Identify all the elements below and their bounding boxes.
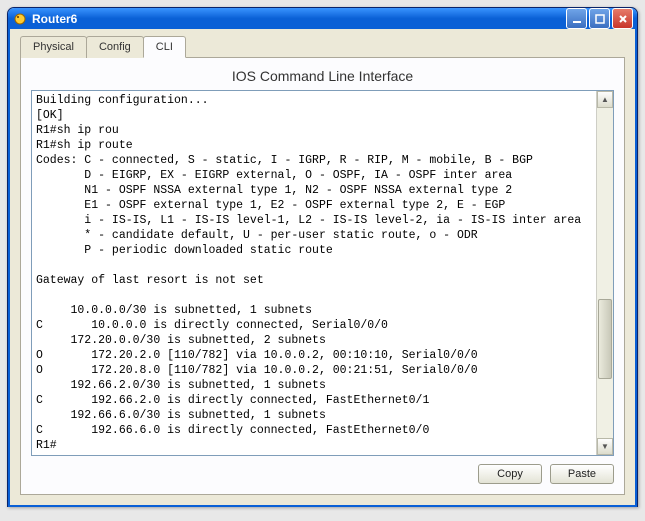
window-controls	[566, 8, 633, 29]
terminal-output[interactable]: Building configuration... [OK] R1#sh ip …	[32, 91, 596, 455]
tab-physical[interactable]: Physical	[20, 36, 87, 58]
button-row: Copy Paste	[31, 464, 614, 484]
scrollbar[interactable]: ▲ ▼	[596, 91, 613, 455]
maximize-button[interactable]	[589, 8, 610, 29]
client-area: Physical Config CLI IOS Command Line Int…	[8, 29, 637, 507]
paste-button[interactable]: Paste	[550, 464, 614, 484]
app-icon	[12, 11, 28, 27]
terminal-container: Building configuration... [OK] R1#sh ip …	[31, 90, 614, 456]
app-window: Router6 Physical Config CLI IOS Command …	[7, 7, 638, 507]
window-title: Router6	[32, 12, 566, 26]
tab-bar: Physical Config CLI	[20, 35, 625, 58]
minimize-button[interactable]	[566, 8, 587, 29]
scroll-track[interactable]	[597, 108, 613, 438]
copy-button[interactable]: Copy	[478, 464, 542, 484]
scroll-thumb[interactable]	[598, 299, 612, 379]
scroll-up-icon[interactable]: ▲	[597, 91, 613, 108]
close-button[interactable]	[612, 8, 633, 29]
tab-cli[interactable]: CLI	[143, 36, 186, 58]
scroll-down-icon[interactable]: ▼	[597, 438, 613, 455]
tab-config[interactable]: Config	[86, 36, 144, 58]
cli-panel: IOS Command Line Interface Building conf…	[20, 58, 625, 495]
titlebar: Router6	[8, 8, 637, 29]
panel-title: IOS Command Line Interface	[31, 64, 614, 90]
